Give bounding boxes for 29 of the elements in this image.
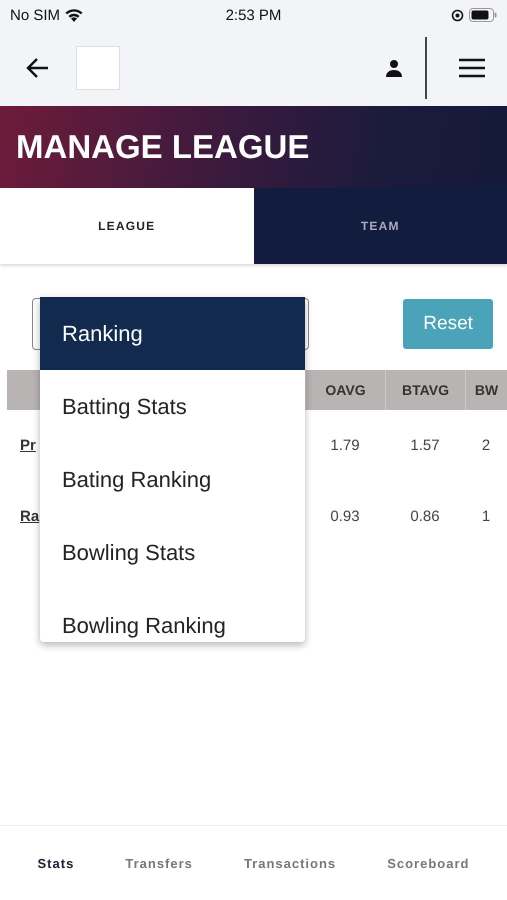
back-arrow-icon[interactable] (26, 57, 50, 79)
table-cell-text: 0.86 (409, 508, 441, 525)
dropdown-option[interactable]: Batting Stats (40, 370, 305, 443)
dropdown-option[interactable]: Bating Ranking (40, 443, 305, 516)
clock-text: 2:53 PM (226, 6, 282, 24)
dropdown-option[interactable]: Bowling Ranking (40, 589, 305, 642)
menu-icon[interactable] (459, 58, 485, 78)
nav-tab[interactable]: Transactions (238, 854, 342, 872)
dropdown-option[interactable]: Bowling Stats (40, 516, 305, 589)
tab[interactable]: LEAGUE (0, 188, 254, 264)
nav-tab[interactable]: Transfers (119, 854, 199, 872)
dropdown-option[interactable]: Ranking (40, 297, 305, 370)
user-icon[interactable] (385, 59, 403, 77)
page-title: MANAGE LEAGUE (16, 128, 310, 166)
table-cell-text: 1.57 (409, 437, 441, 454)
column-header: BTAVG (385, 370, 465, 410)
table-cell-text: 2 (480, 437, 492, 454)
table-cell-text: 0.93 (329, 508, 361, 525)
logo-placeholder (76, 46, 120, 90)
column-header: BW (465, 370, 507, 410)
tab[interactable]: TEAM (254, 188, 507, 264)
nav-tab[interactable]: Scoreboard (381, 854, 476, 872)
battery-icon (469, 8, 497, 22)
wifi-icon (65, 8, 84, 22)
table-cell-text: 1 (480, 508, 492, 525)
carrier-text: No SIM (10, 6, 60, 24)
nav-tab[interactable]: Stats (32, 854, 80, 872)
orientation-lock-icon (451, 8, 464, 22)
table-cell-text: 1.79 (329, 437, 361, 454)
